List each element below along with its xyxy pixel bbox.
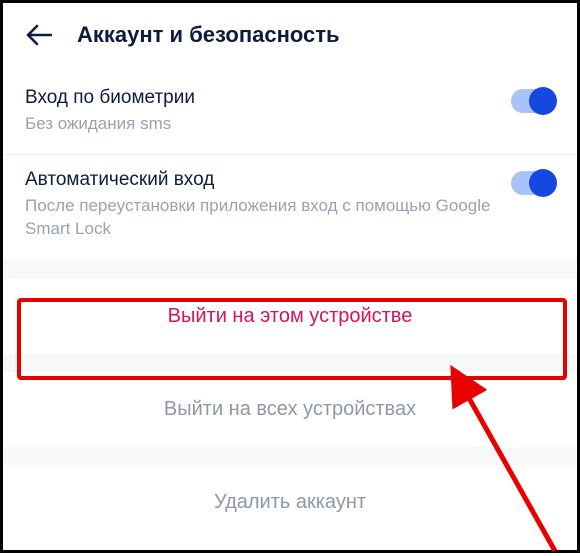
setting-biometric-subtitle: Без ожидания sms [25,113,491,136]
delete-account-button[interactable]: Удалить аккаунт [3,465,577,540]
setting-autologin: Автоматический вход После переустановки … [3,155,577,259]
setting-autologin-title: Автоматический вход [25,169,491,191]
setting-autologin-subtitle: После переустановки приложения вход с по… [25,195,491,241]
logout-all-devices-button[interactable]: Выйти на всех устройствах [3,372,577,447]
autologin-toggle[interactable] [511,171,555,195]
setting-biometric: Вход по биометрии Без ожидания sms [3,73,577,155]
back-arrow-icon[interactable] [25,21,53,49]
setting-biometric-title: Вход по биометрии [25,87,491,109]
action-section: Выйти на этом устройстве Выйти на всех у… [3,259,577,540]
logout-this-device-button[interactable]: Выйти на этом устройстве [3,279,577,354]
biometric-toggle[interactable] [511,89,555,113]
page-title: Аккаунт и безопасность [77,22,340,48]
header: Аккаунт и безопасность [3,3,577,73]
